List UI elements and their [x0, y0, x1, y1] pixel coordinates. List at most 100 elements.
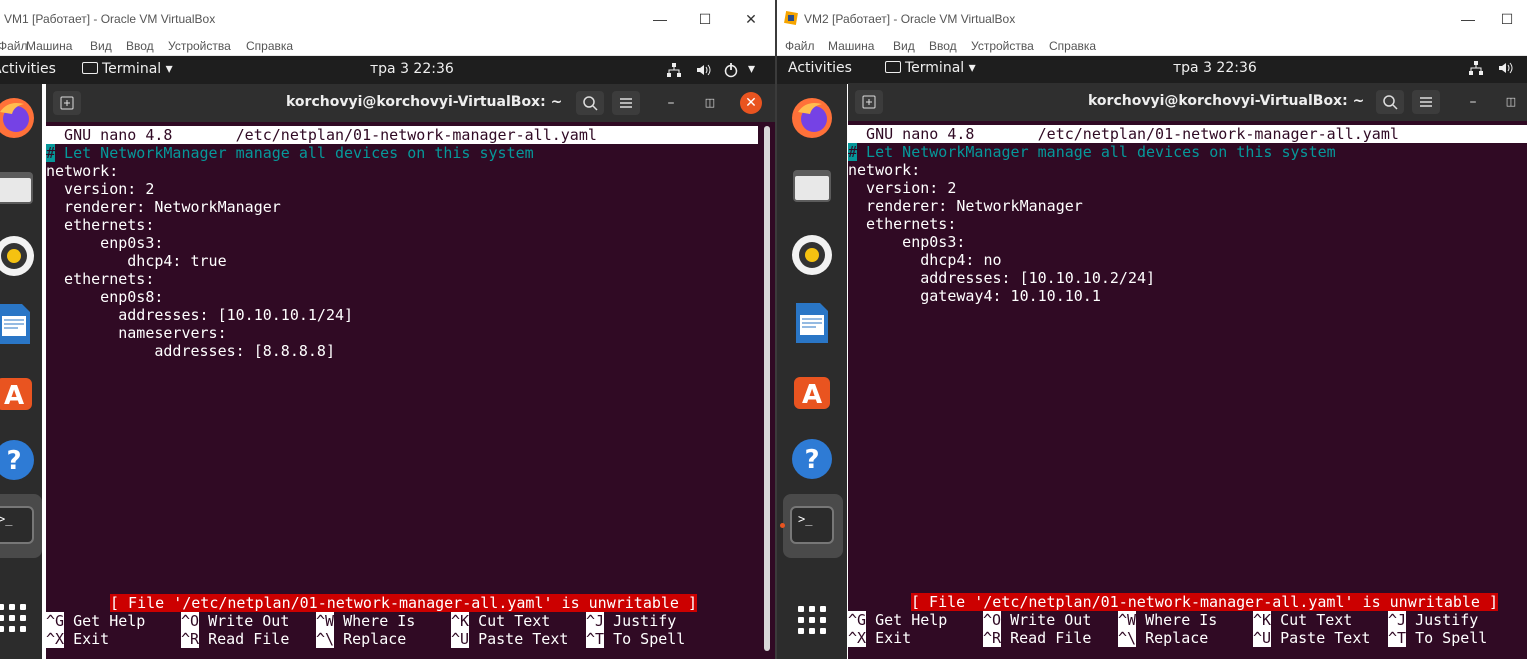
shortcut-where-is[interactable]: ^W Where Is — [1118, 611, 1217, 629]
shortcut-key: ^\ — [1118, 629, 1137, 647]
menu-machine[interactable]: Машина — [828, 39, 874, 53]
terminal-close-button[interactable]: ✕ — [740, 92, 762, 114]
new-tab-button[interactable] — [855, 90, 883, 114]
software-center-icon[interactable]: A — [788, 367, 836, 415]
volume-icon[interactable] — [1497, 60, 1513, 76]
shortcut-label: Write Out — [199, 612, 290, 630]
shortcut-cut-text[interactable]: ^K Cut Text — [1253, 611, 1352, 629]
terminal-maximize-button[interactable]: ◫ — [1500, 91, 1522, 113]
shortcut-replace[interactable]: ^\ Replace — [1118, 629, 1208, 647]
shortcut-to-spell[interactable]: ^T To Spell — [1388, 629, 1487, 647]
menu-help[interactable]: Справка — [246, 39, 293, 53]
file-line: addresses: [10.10.10.1/24] — [46, 306, 354, 324]
terminal-dock-icon[interactable]: >_ — [790, 506, 834, 544]
shortcut-justify[interactable]: ^J Justify — [586, 612, 676, 630]
shortcut-read-file[interactable]: ^R Read File — [983, 629, 1091, 647]
close-button[interactable]: ✕ — [736, 8, 766, 30]
vm2-window-title: VM2 [Работает] - Oracle VM VirtualBox — [804, 12, 1016, 26]
libreoffice-writer-icon[interactable] — [0, 300, 38, 348]
shortcut-exit[interactable]: ^X Exit — [848, 629, 911, 647]
menu-help[interactable]: Справка — [1049, 39, 1096, 53]
search-button[interactable] — [576, 91, 604, 115]
menu-file[interactable]: Файл — [0, 39, 28, 53]
shortcut-key: ^O — [181, 612, 200, 630]
nano-editor[interactable]: GNU nano 4.8 /etc/netplan/01-network-man… — [46, 122, 775, 659]
hamburger-menu-button[interactable] — [1412, 90, 1440, 114]
shortcut-label: Paste Text — [1271, 629, 1371, 647]
menu-input[interactable]: Ввод — [126, 39, 154, 53]
minimize-button[interactable]: — — [645, 8, 675, 30]
vm2-gnome-topbar: Activities Terminal ▾ тра 3 22:36 — [777, 56, 1527, 84]
show-applications-icon[interactable] — [0, 602, 28, 634]
shortcut-write-out[interactable]: ^O Write Out — [181, 612, 289, 630]
firefox-icon[interactable] — [0, 94, 38, 142]
power-icon[interactable] — [723, 62, 739, 78]
rhythmbox-icon[interactable] — [788, 231, 836, 279]
shortcut-read-file[interactable]: ^R Read File — [181, 630, 289, 648]
firefox-icon[interactable] — [788, 94, 836, 142]
terminal-minimize-button[interactable]: – — [660, 92, 682, 114]
files-icon[interactable] — [788, 162, 836, 210]
svg-text:A: A — [4, 381, 24, 411]
terminal-dock-icon[interactable]: >_ — [0, 506, 34, 544]
app-menu[interactable]: Terminal ▾ — [885, 60, 976, 76]
terminal-dock-icon-glyph: >_ — [798, 512, 813, 526]
terminal-scrollbar[interactable] — [764, 126, 770, 651]
activities-button[interactable]: Activities — [0, 61, 56, 77]
system-menu-arrow-icon[interactable]: ▾ — [748, 61, 755, 77]
app-menu[interactable]: Terminal ▾ — [82, 61, 173, 77]
software-center-icon[interactable]: A — [0, 368, 38, 416]
terminal-title: korchovyi@korchovyi-VirtualBox: ~ — [1088, 93, 1365, 109]
shortcut-to-spell[interactable]: ^T To Spell — [586, 630, 685, 648]
menu-file[interactable]: Файл — [785, 39, 815, 53]
menu-devices[interactable]: Устройства — [971, 39, 1034, 53]
files-icon[interactable] — [0, 164, 38, 212]
terminal-minimize-button[interactable]: – — [1462, 91, 1484, 113]
shortcut-justify[interactable]: ^J Justify — [1388, 611, 1478, 629]
search-icon — [1383, 95, 1398, 110]
search-icon — [583, 96, 598, 111]
menu-input[interactable]: Ввод — [929, 39, 957, 53]
shortcut-write-out[interactable]: ^O Write Out — [983, 611, 1091, 629]
libreoffice-writer-icon[interactable] — [788, 299, 836, 347]
menu-machine[interactable]: Машина — [26, 39, 72, 53]
shortcut-where-is[interactable]: ^W Where Is — [316, 612, 415, 630]
activities-button[interactable]: Activities — [788, 60, 852, 76]
nano-editor[interactable]: GNU nano 4.8 /etc/netplan/01-network-man… — [848, 121, 1527, 659]
help-icon[interactable]: ? — [788, 435, 836, 483]
network-icon[interactable] — [666, 62, 682, 78]
volume-icon[interactable] — [695, 62, 711, 78]
svg-text:?: ? — [804, 445, 819, 475]
menu-view[interactable]: Вид — [90, 39, 112, 53]
hamburger-menu-button[interactable] — [612, 91, 640, 115]
shortcut-exit[interactable]: ^X Exit — [46, 630, 109, 648]
terminal-headerbar: korchovyi@korchovyi-VirtualBox: ~ – ◫ ✕ — [46, 84, 775, 122]
menu-devices[interactable]: Устройства — [168, 39, 231, 53]
status-message: [ File '/etc/netplan/01-network-manager-… — [110, 594, 697, 612]
shortcut-paste-text[interactable]: ^U Paste Text — [451, 630, 568, 648]
vm1-window: VM1 [Работает] - Oracle VM VirtualBox — … — [0, 0, 775, 659]
show-applications-icon[interactable] — [796, 604, 828, 636]
shortcut-cut-text[interactable]: ^K Cut Text — [451, 612, 550, 630]
shortcut-label: Replace — [334, 630, 407, 648]
new-tab-button[interactable] — [53, 91, 81, 115]
comment-line: # Let NetworkManager manage all devices … — [848, 143, 1336, 161]
menu-view[interactable]: Вид — [893, 39, 915, 53]
help-icon[interactable]: ? — [0, 436, 38, 484]
shortcut-replace[interactable]: ^\ Replace — [316, 630, 406, 648]
clock[interactable]: тра 3 22:36 — [370, 61, 454, 77]
terminal-title: korchovyi@korchovyi-VirtualBox: ~ — [286, 94, 563, 110]
maximize-button[interactable]: ☐ — [1492, 8, 1522, 30]
clock[interactable]: тра 3 22:36 — [1173, 60, 1257, 76]
rhythmbox-icon[interactable] — [0, 232, 38, 280]
network-icon[interactable] — [1468, 60, 1484, 76]
shortcut-paste-text[interactable]: ^U Paste Text — [1253, 629, 1370, 647]
search-button[interactable] — [1376, 90, 1404, 114]
terminal-dock-icon-glyph: >_ — [0, 512, 13, 526]
maximize-button[interactable]: ☐ — [690, 8, 720, 30]
terminal-app-icon — [885, 61, 901, 73]
minimize-button[interactable]: — — [1453, 8, 1483, 30]
terminal-maximize-button[interactable]: ◫ — [699, 92, 721, 114]
shortcut-get-help[interactable]: ^G Get Help — [848, 611, 947, 629]
shortcut-get-help[interactable]: ^G Get Help — [46, 612, 145, 630]
